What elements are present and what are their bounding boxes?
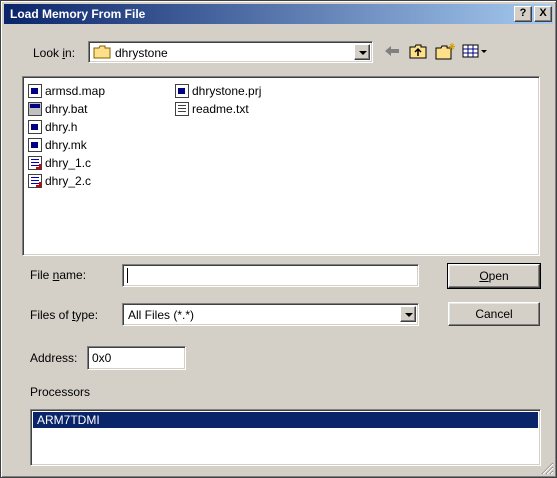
title-bar: Load Memory From File ? X [4,4,553,24]
file-name: armsd.map [45,84,106,98]
file-item[interactable]: dhrystone.prj [175,83,261,99]
address-input[interactable]: 0x0 [87,346,186,370]
file-item[interactable]: armsd.map [28,83,105,99]
processor-item[interactable]: ARM7TDMI [33,412,538,428]
file-name: dhry.bat [45,102,88,116]
up-folder-icon[interactable] [408,41,428,61]
cancel-button[interactable]: Cancel [448,302,540,326]
processors-list[interactable]: ARM7TDMI [30,409,541,466]
file-c-icon [28,156,42,170]
file-txt-icon [175,102,189,116]
look-in-value: dhrystone [115,46,168,60]
look-in-combo[interactable]: dhrystone [88,41,373,63]
open-button[interactable]: Open [447,263,541,289]
file-item[interactable]: dhry_2.c [28,173,91,189]
address-label: Address: [30,351,78,365]
file-item[interactable]: dhry_1.c [28,155,91,171]
help-button[interactable]: ? [514,6,532,22]
text-cursor [127,268,128,283]
file-name-label: File name: [30,268,87,282]
folder-icon [93,45,111,59]
file-type-value: All Files (*.*) [128,308,195,322]
file-type-dropdown-arrow[interactable] [400,306,416,322]
file-name: dhry.h [45,120,78,134]
file-name: dhry_2.c [45,174,92,188]
back-arrow-icon[interactable] [382,41,402,61]
file-name: dhry.mk [45,138,87,152]
file-name: readme.txt [192,102,249,116]
processors-label: Processors [30,385,91,399]
file-mk-icon [28,138,42,152]
resize-grip-icon[interactable] [540,461,554,475]
view-menu-icon[interactable] [461,41,489,61]
look-in-dropdown-arrow[interactable] [354,44,370,60]
file-item[interactable]: dhry.bat [28,101,87,117]
dialog-title: Load Memory From File [10,7,146,21]
file-type-label: Files of type: [30,308,99,322]
file-prj-icon [175,84,189,98]
file-item[interactable]: dhry.h [28,119,77,135]
close-button[interactable]: X [534,6,552,22]
load-memory-dialog: Load Memory From File ? X Look in: dhrys… [0,0,557,478]
file-item[interactable]: dhry.mk [28,137,87,153]
new-folder-icon[interactable] [435,41,455,61]
file-bat-icon [28,102,42,116]
file-map-icon [28,84,42,98]
file-name: dhrystone.prj [192,84,262,98]
file-name-input[interactable] [122,264,419,287]
file-list[interactable]: armsd.map dhry.bat dhry.h dhry.mk dhry_1.c dh… [22,76,540,256]
file-c-icon [28,174,42,188]
look-in-label: Look in: [33,46,76,60]
file-item[interactable]: readme.txt [175,101,249,117]
file-type-select[interactable]: All Files (*.*) [122,303,419,326]
file-h-icon [28,120,42,134]
file-name: dhry_1.c [45,156,92,170]
address-value: 0x0 [92,351,112,365]
